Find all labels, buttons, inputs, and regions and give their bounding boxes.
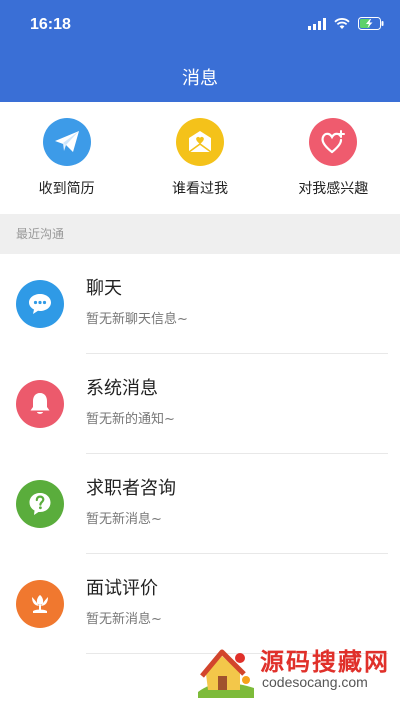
conversation-chat[interactable]: 聊天 暂无新聊天信息~ [0,254,400,354]
page-title: 消息 [182,68,218,89]
signal-icon [308,17,326,30]
conversation-title: 求职者咨询 [86,478,176,499]
received-resumes-button[interactable]: 收到简历 [0,102,133,212]
question-icon [16,480,64,528]
watermark-text: 源码搜藏网 [260,648,390,676]
status-time: 16:18 [30,16,71,33]
paper-plane-icon [42,118,91,166]
bell-icon [16,380,64,428]
conversation-subtitle: 暂无新消息~ [86,612,162,627]
conversation-job-seeker-inquiries[interactable]: 求职者咨询 暂无新消息~ [0,454,400,554]
conversation-title: 面试评价 [86,578,158,599]
who-viewed-me-button[interactable]: 谁看过我 [133,102,266,212]
interested-in-me-button[interactable]: 对我感兴趣 [267,102,400,212]
conversation-system-messages[interactable]: 系统消息 暂无新的通知~ [0,354,400,454]
conversation-list: 聊天 暂无新聊天信息~ 系统消息 暂无新的通知~ 求职者咨询 暂无新消息~ 面试… [0,254,400,654]
conversation-interview-reviews[interactable]: 面试评价 暂无新消息~ [0,554,400,654]
quick-action-label: 收到简历 [38,181,95,197]
watermark-logo: 源码搜藏网 codesocang.com [196,640,392,700]
conversation-subtitle: 暂无新消息~ [86,512,162,527]
mail-heart-icon [175,118,224,166]
quick-action-label: 谁看过我 [171,181,228,197]
conversation-subtitle: 暂无新聊天信息~ [86,312,188,327]
conversation-title: 聊天 [86,278,122,299]
heart-plus-icon [309,118,358,166]
quick-action-label: 对我感兴趣 [298,181,369,197]
wifi-icon [334,17,350,30]
battery-icon [358,17,384,30]
watermark-url: codesocang.com [262,674,368,690]
chat-bubble-icon [16,280,64,328]
tulip-icon [16,580,64,628]
conversation-title: 系统消息 [86,378,158,399]
status-icons [308,17,384,30]
app-header: 16:18 消息 [0,0,400,102]
house-logo-icon [198,649,254,698]
section-header: 最近沟通 [0,214,400,254]
conversation-subtitle: 暂无新的通知~ [86,412,175,427]
quick-actions: 收到简历 谁看过我 对我感兴趣 [0,102,400,212]
